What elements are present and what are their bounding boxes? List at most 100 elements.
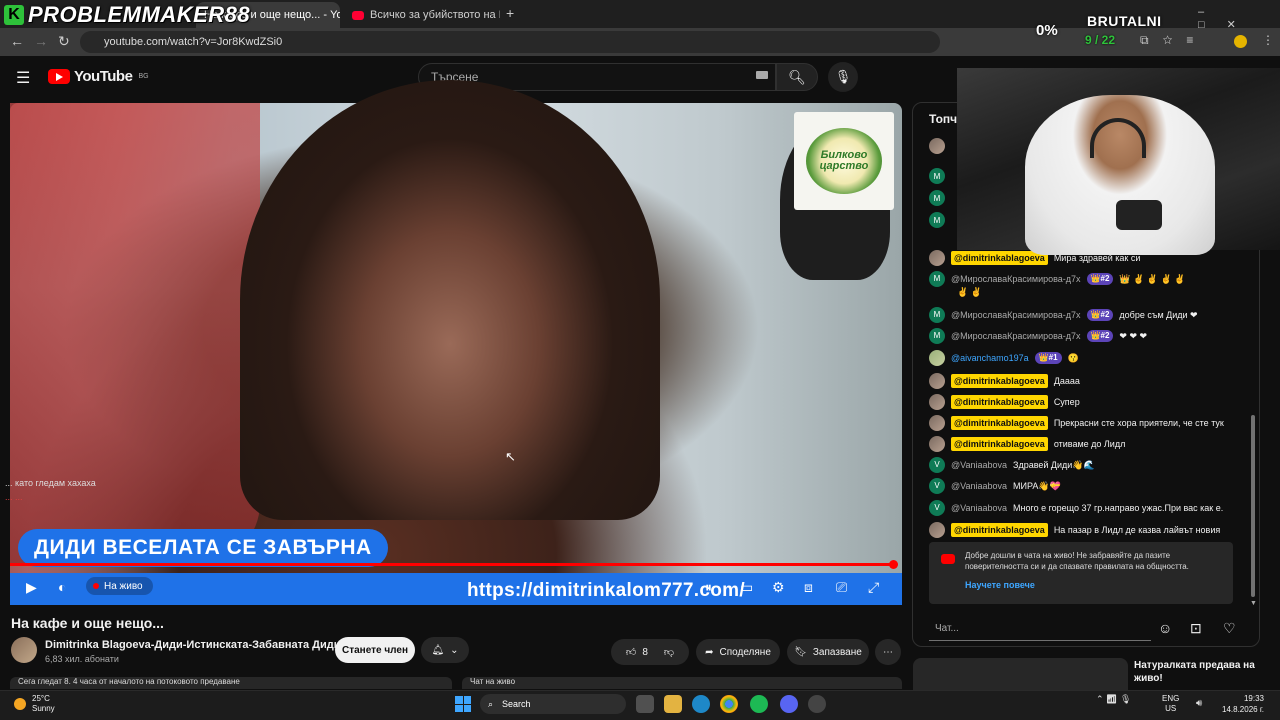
- thumbs-down-icon[interactable]: 👎︎: [664, 646, 674, 658]
- chat-message[interactable]: M @МирославаКрасимирова-д7х 👑#2 👑 ✌ ✌ ✌ ✌: [929, 271, 1247, 287]
- chat-message[interactable]: @dimitrinkablagoeva Прекрасни сте хора пр…: [929, 415, 1247, 431]
- weather-widget[interactable]: 25°C Sunny: [14, 694, 55, 714]
- chrome-icon[interactable]: [720, 695, 738, 713]
- taskbar-search-label: Search: [502, 699, 531, 709]
- chat-author[interactable]: @Vaniaabova: [951, 459, 1007, 471]
- notifications-button[interactable]: 🔔︎ ⌄: [421, 637, 469, 663]
- channel-avatar[interactable]: [11, 637, 37, 663]
- search-button[interactable]: 🔍︎: [776, 63, 818, 91]
- chat-author[interactable]: @dimitrinkablagoeva: [951, 523, 1048, 537]
- spotify-icon[interactable]: [750, 695, 768, 713]
- chat-author[interactable]: @Vaniaabova: [951, 502, 1007, 514]
- youtube-logo[interactable]: YouTube BG: [48, 68, 149, 85]
- sponsor-name: Билково царство: [819, 149, 869, 172]
- share-button[interactable]: ➦ Споделяне: [696, 639, 780, 665]
- chat-preview[interactable]: Чат на живо: [462, 677, 902, 689]
- chat-avatar: M: [929, 168, 945, 184]
- progress-scrubber[interactable]: [889, 560, 898, 569]
- speaker-icon[interactable]: 🔊︎: [1196, 698, 1202, 709]
- app-icon[interactable]: [808, 695, 826, 713]
- chat-message[interactable]: M @МирославаКрасимирова-д7х 👑#2 добре съм Д…: [929, 307, 1247, 323]
- volume-icon[interactable]: ◐: [58, 579, 66, 595]
- chat-message[interactable]: M @МирославаКрасимирова-д7х 👑#2 ❤ ❤ ❤: [929, 328, 1247, 344]
- miniplayer-icon[interactable]: ⧈: [804, 579, 813, 596]
- task-view-icon[interactable]: [636, 695, 654, 713]
- chat-rank-badge: 👑#2: [1086, 273, 1114, 285]
- super-chat-icon[interactable]: ⊡: [1190, 620, 1202, 637]
- subtitles-icon[interactable]: ▭: [740, 579, 753, 596]
- language-indicator[interactable]: ENG US: [1162, 694, 1179, 714]
- edge-icon[interactable]: [692, 695, 710, 713]
- save-button[interactable]: 🔖︎ Запазване: [787, 639, 869, 665]
- back-arrow-icon[interactable]: ←: [10, 33, 24, 49]
- chat-author[interactable]: @aivanchamo197a: [951, 352, 1029, 364]
- browser-toolbar-icons[interactable]: ⧉☆≡: [1140, 33, 1207, 48]
- fullscreen-icon[interactable]: ⤢: [868, 579, 879, 596]
- chat-author[interactable]: @dimitrinkablagoeva: [951, 251, 1048, 265]
- chat-author[interactable]: @dimitrinkablagoeva: [951, 374, 1048, 388]
- chat-author[interactable]: @МирославаКрасимирова-д7х: [951, 309, 1081, 321]
- live-badge[interactable]: На живо: [86, 577, 153, 595]
- profile-avatar[interactable]: [1234, 35, 1247, 48]
- cast-icon[interactable]: ⎚: [836, 579, 847, 596]
- pause-icon[interactable]: ⏸: [705, 579, 712, 596]
- settings-gear-icon[interactable]: ⚙: [772, 579, 785, 596]
- chat-scrollbar[interactable]: [1251, 415, 1255, 597]
- chat-message[interactable]: @dimitrinkablagoeva Супер: [929, 394, 1247, 410]
- chat-message[interactable]: V @Vaniaabova Здравей Диди👋🌊: [929, 457, 1247, 473]
- emoji-icon[interactable]: ☺: [1158, 620, 1172, 636]
- chat-message[interactable]: V @Vaniaabova Много е горещо 37 гр.направо…: [929, 500, 1247, 516]
- chat-author[interactable]: @МирославаКрасимирова-д7х: [951, 273, 1081, 285]
- chat-author[interactable]: @dimitrinkablagoeva: [951, 416, 1048, 430]
- chat-message[interactable]: @dimitrinkablagoeva На пазар в Лидл де ка…: [929, 522, 1247, 538]
- chat-avatar: [929, 373, 945, 389]
- scroll-down-icon[interactable]: ▼: [1250, 600, 1257, 607]
- discord-icon[interactable]: [780, 695, 798, 713]
- chat-author[interactable]: @Vaniaabova: [951, 480, 1007, 492]
- chat-author[interactable]: @dimitrinkablagoeva: [951, 395, 1048, 409]
- chat-message[interactable]: @aivanchamo197a 👑#1 😗: [929, 350, 1247, 366]
- windows-start-icon[interactable]: [455, 696, 471, 712]
- chat-avatar: M: [929, 212, 945, 228]
- share-label: Споделяне: [719, 646, 771, 658]
- voice-search-button[interactable]: 🎙︎: [828, 62, 858, 92]
- chat-text: 😗: [1067, 353, 1079, 363]
- url-field[interactable]: youtube.com/watch?v=Jor8KwdZSi0: [80, 31, 940, 53]
- file-explorer-icon[interactable]: [664, 695, 682, 713]
- chat-author[interactable]: @МирославаКрасимирова-д7х: [951, 330, 1081, 342]
- chat-avatar: [929, 250, 945, 266]
- reload-icon[interactable]: ↻: [58, 33, 70, 50]
- play-icon[interactable]: ▶: [26, 579, 37, 596]
- chat-rank-badge: 👑#1: [1034, 352, 1062, 364]
- menu-dots-icon[interactable]: ⋮: [1262, 33, 1274, 47]
- chat-message[interactable]: @dimitrinkablagoeva Даааа: [929, 373, 1247, 389]
- chat-avatar: V: [929, 478, 945, 494]
- clock-time: 19:33: [1243, 694, 1264, 703]
- heart-icon[interactable]: ♡: [1223, 620, 1236, 637]
- chat-message[interactable]: @dimitrinkablagoeva отиваме до Лидл: [929, 436, 1247, 452]
- forward-arrow-icon[interactable]: →: [34, 33, 48, 49]
- chat-input[interactable]: Чат...: [929, 617, 1151, 641]
- hamburger-menu-icon[interactable]: ☰: [16, 68, 30, 88]
- system-tray-icons[interactable]: ⌃ 📶︎ 🎙︎: [1096, 694, 1131, 705]
- chat-text: ❤ ❤ ❤: [1119, 331, 1148, 341]
- new-tab-button[interactable]: +: [506, 5, 514, 21]
- chat-author[interactable]: @dimitrinkablagoeva: [951, 437, 1048, 451]
- welcome-text: Добре дошли в чата на живо! Не забравяйт…: [965, 551, 1189, 571]
- youtube-play-logo-icon: [48, 69, 70, 84]
- chat-message[interactable]: V @Vaniaabova МИРА👋💝: [929, 478, 1247, 494]
- video-title: На кафе и още нещо...: [11, 615, 164, 631]
- join-button[interactable]: Станете член: [335, 637, 415, 663]
- clock[interactable]: 19:33 14.8.2026 г.: [1222, 693, 1264, 715]
- description-preview[interactable]: Сега гледат 8. 4 часа от началото на пот…: [10, 677, 452, 689]
- more-actions-button[interactable]: ⋯: [875, 639, 901, 665]
- keyboard-icon[interactable]: [756, 71, 768, 79]
- taskbar-search[interactable]: ⌕ Search: [480, 694, 626, 714]
- learn-more-link[interactable]: Научете повече: [965, 580, 1223, 591]
- tab-article[interactable]: Всичко за убийството на Георг ✕: [344, 2, 500, 28]
- like-dislike-button[interactable]: 👍︎ 8 👎︎: [611, 639, 689, 665]
- recommended-title[interactable]: Натуралката предава на живо!: [1134, 659, 1274, 685]
- channel-name[interactable]: Dimitrinka Blagoeva-Диди-Истинската-Заба…: [45, 639, 341, 651]
- chat-text-continued: ✌ ✌: [957, 287, 982, 297]
- progress-bar[interactable]: [10, 563, 894, 566]
